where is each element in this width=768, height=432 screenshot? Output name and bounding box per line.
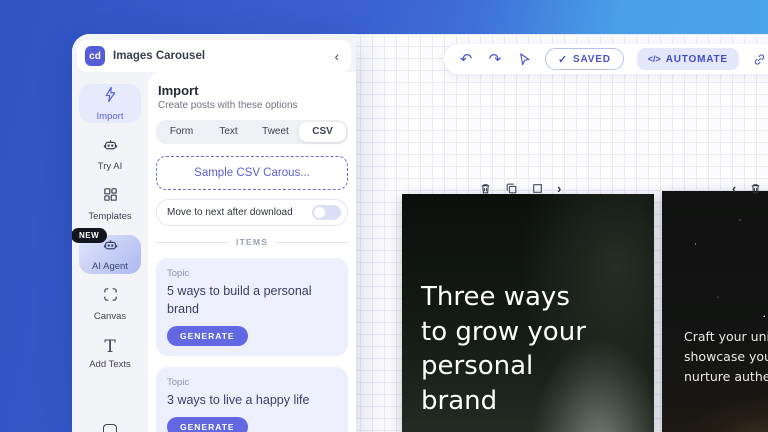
move-next-toggle-row: Move to next after download (156, 199, 348, 226)
toggle-label: Move to next after download (167, 207, 293, 218)
tab-form[interactable]: Form (158, 122, 205, 142)
topic-value: 5 ways to build a personal brand (167, 282, 337, 318)
sidebar: Import Try AI Templates NEW AI Agent (72, 72, 148, 432)
undo-icon[interactable]: ↶ (458, 51, 474, 67)
sidebar-item-label: Import (97, 111, 124, 122)
left-panel: cd Images Carousel ‹ Import Try AI Templ… (72, 34, 356, 432)
chevron-left-icon[interactable]: ‹ (732, 182, 736, 195)
sidebar-item-partial[interactable] (79, 385, 141, 432)
project-title: Images Carousel (113, 50, 327, 62)
lightning-icon (102, 86, 119, 108)
import-subtitle: Create posts with these options (156, 100, 348, 111)
link-icon[interactable] (752, 51, 768, 67)
topic-field-label: Topic (167, 268, 337, 279)
sidebar-item-canvas[interactable]: Canvas (79, 285, 141, 324)
sidebar-item-ai-agent[interactable]: NEW AI Agent (79, 235, 141, 274)
crop-icon (102, 286, 119, 308)
sidebar-item-label: AI Agent (92, 261, 128, 272)
text-icon: T (104, 339, 115, 356)
partial-icon (103, 424, 117, 432)
slide2-toolbar: ‹ (732, 182, 762, 195)
automate-label: AUTOMATE (666, 54, 728, 65)
automate-button[interactable]: </> AUTOMATE (637, 48, 739, 70)
panel-header: cd Images Carousel ‹ (77, 40, 351, 72)
sidebar-item-label: Add Texts (89, 359, 131, 370)
import-panel: Import Create posts with these options F… (148, 72, 356, 432)
saved-label: SAVED (573, 54, 611, 65)
trash-icon[interactable] (749, 182, 762, 195)
carousel-slide-1[interactable]: Three ways to grow your personal brand (402, 194, 654, 432)
cursor-icon[interactable] (516, 51, 532, 67)
code-icon: </> (648, 54, 661, 64)
sample-csv-button[interactable]: Sample CSV Carous... (156, 156, 348, 190)
frame-icon[interactable] (531, 182, 544, 195)
tab-text[interactable]: Text (205, 122, 252, 142)
topic-value: 3 ways to live a happy life (167, 391, 337, 409)
sidebar-item-add-texts[interactable]: T Add Texts (79, 335, 141, 374)
generate-button[interactable]: GENERATE (167, 326, 248, 346)
items-divider: ITEMS (156, 237, 348, 247)
topic-field-label: Topic (167, 377, 337, 388)
top-toolbar: ↶ ↷ ✓ SAVED </> AUTOMATE (444, 44, 768, 74)
toggle-knob (314, 207, 325, 218)
topic-card-1: Topic 5 ways to build a personal brand G… (156, 258, 348, 356)
trash-icon[interactable] (479, 182, 492, 195)
new-badge: NEW (72, 228, 107, 243)
saved-button[interactable]: ✓ SAVED (545, 48, 624, 70)
sidebar-item-label: Canvas (94, 311, 126, 322)
app-logo: cd (85, 46, 105, 66)
sidebar-item-templates[interactable]: Templates (79, 184, 141, 223)
sidebar-item-label: Templates (88, 211, 131, 222)
carousel-slide-2[interactable]: Craft your uniqu showcase your e nurture… (662, 191, 768, 432)
slide1-toolbar: › (479, 182, 561, 195)
move-next-toggle[interactable] (312, 205, 341, 220)
redo-icon[interactable]: ↷ (487, 51, 503, 67)
topic-card-2: Topic 3 ways to live a happy life GENERA… (156, 367, 348, 432)
grid-icon (102, 186, 119, 208)
import-title: Import (156, 83, 348, 98)
duplicate-icon[interactable] (505, 182, 518, 195)
chevron-right-icon[interactable]: › (557, 182, 561, 195)
tab-tweet[interactable]: Tweet (252, 122, 299, 142)
sidebar-item-try-ai[interactable]: Try AI (79, 134, 141, 173)
check-icon: ✓ (558, 53, 568, 66)
collapse-panel-icon[interactable]: ‹ (335, 49, 339, 64)
slide1-headline: Three ways to grow your personal brand (421, 280, 586, 418)
generate-button[interactable]: GENERATE (167, 417, 248, 432)
import-tabs: Form Text Tweet CSV (156, 120, 348, 144)
robot-icon (102, 136, 119, 158)
sidebar-item-label: Try AI (98, 161, 122, 172)
tab-csv[interactable]: CSV (299, 122, 346, 142)
sidebar-item-import[interactable]: Import (79, 84, 141, 123)
slide2-caption: Craft your uniqu showcase your e nurture… (684, 327, 768, 387)
